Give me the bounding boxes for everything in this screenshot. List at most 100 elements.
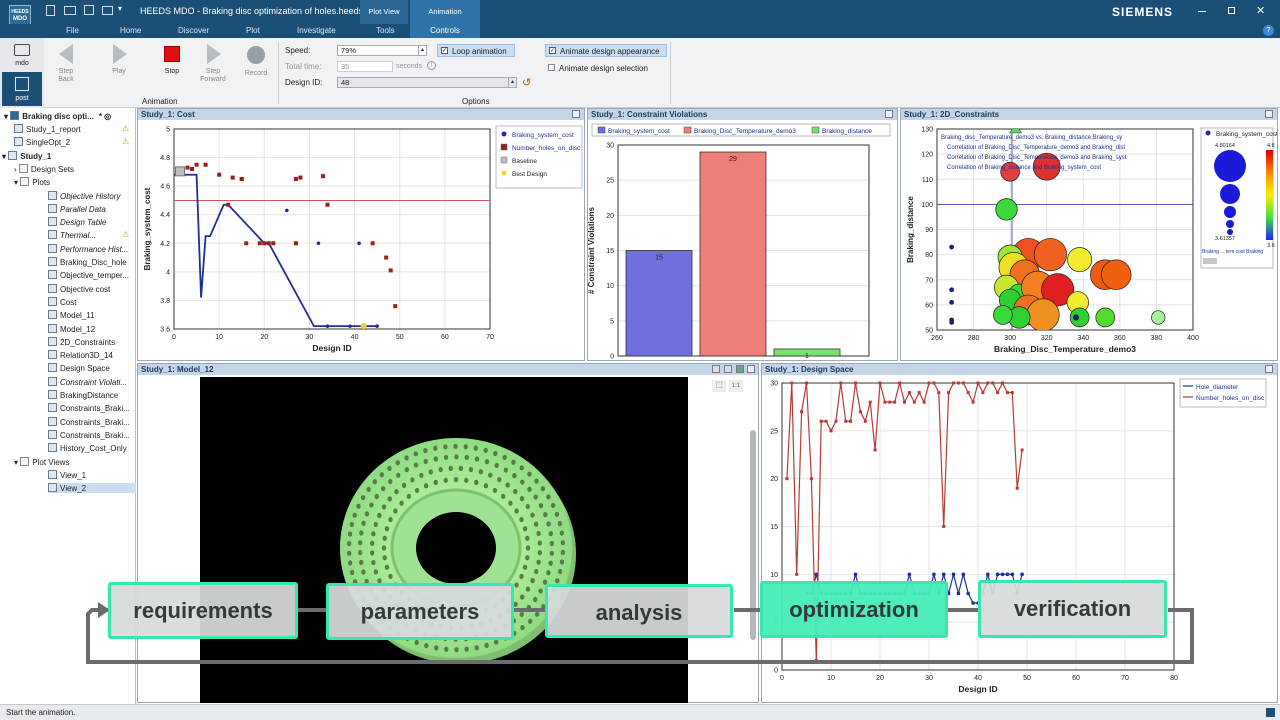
pin-icon[interactable]: * ◎ [99, 112, 111, 121]
colorbar-min: 3.6 [1267, 243, 1275, 249]
save-icon[interactable] [84, 5, 94, 15]
disc-hole [388, 478, 393, 485]
tree-item[interactable]: Objective_temper... [48, 270, 129, 280]
panel-menu-icon[interactable] [572, 110, 580, 118]
fit-view-button[interactable]: ⬚ [712, 380, 726, 392]
disc-hole [382, 555, 387, 561]
speed-slider[interactable]: 79% ▲ [337, 45, 427, 56]
tree-root[interactable]: ▾ Braking disc opti... * ◎ [4, 111, 111, 121]
disc-hole [546, 570, 551, 576]
x-tick-label: 260 [931, 335, 943, 342]
play-button[interactable]: Play [106, 44, 132, 76]
disc-hole [369, 540, 375, 546]
disc-hole [349, 521, 355, 528]
disc-hole [423, 447, 428, 454]
tree-item[interactable]: Model_11 [48, 310, 95, 320]
item-icon [48, 390, 57, 399]
tree-item[interactable]: Performance Hist... [48, 243, 128, 254]
bubble [1095, 307, 1116, 328]
tree-item[interactable]: Constraints_Braki... [48, 416, 130, 427]
animate-selection-checkbox[interactable]: Animate design selection [545, 62, 667, 75]
print-icon[interactable] [102, 6, 113, 15]
post-button[interactable]: post [2, 72, 42, 106]
panel-menu-icon[interactable] [747, 365, 755, 373]
y-tick-label: 10 [770, 572, 778, 579]
tree-item[interactable]: ▾ Plot Views [14, 456, 69, 467]
restore-icon[interactable] [1228, 7, 1235, 14]
panel-menu-icon[interactable] [1265, 365, 1273, 373]
tree-item[interactable]: Objective cost [48, 283, 110, 294]
disc-hole [359, 559, 364, 565]
tree-item[interactable]: Braking_Disc_hole [48, 257, 127, 267]
series-point [961, 381, 965, 385]
tree-item[interactable]: Design Table [48, 217, 106, 227]
disc-hole [534, 568, 539, 575]
tree-item[interactable]: Constraints_Braki... [48, 403, 130, 413]
close-icon[interactable]: ✕ [1256, 4, 1265, 17]
tree-item[interactable]: View_2 [48, 483, 136, 494]
tab-controls[interactable]: Controls [410, 24, 480, 38]
tab-discover[interactable]: Discover [178, 26, 209, 35]
tree-item[interactable]: Model_12 [48, 323, 95, 334]
actual-size-button[interactable]: 1:1 [729, 380, 743, 392]
design-id-spinner-icon[interactable]: ▲ [508, 78, 516, 87]
tab-tools[interactable]: Tools [376, 26, 395, 35]
disc-hole [359, 530, 364, 536]
holes-point [271, 241, 276, 246]
item-icon [48, 403, 57, 413]
holes-point [393, 304, 398, 309]
tree-item[interactable]: › Design Sets [14, 163, 74, 174]
design-id-field[interactable]: 48 ▲ [337, 77, 517, 88]
tree-item[interactable]: Constraint Violati... [48, 376, 127, 387]
step-forward-button[interactable]: Step Forward [198, 44, 228, 84]
mdo-button[interactable]: mdo [0, 38, 44, 72]
tree-item[interactable]: Parallel Data [48, 203, 106, 214]
panel-maximize-icon[interactable] [724, 365, 732, 373]
tab-plot[interactable]: Plot [246, 26, 260, 35]
spinner-icon[interactable]: ▲ [418, 46, 426, 55]
step-forward-icon [207, 44, 221, 64]
tree-item[interactable]: Thermal... [48, 230, 96, 240]
stop-button[interactable]: Stop [160, 46, 184, 76]
disc-hole [357, 549, 363, 556]
tree-item[interactable]: SingleOpt_2 [14, 137, 70, 147]
tab-home[interactable]: Home [120, 26, 141, 35]
tab-investigate[interactable]: Investigate [297, 26, 336, 35]
y-tick-label: 5 [610, 318, 614, 325]
panel-menu-icon[interactable] [885, 110, 893, 118]
tree-item[interactable]: ▾ Study_1 [2, 150, 51, 161]
tree-item[interactable]: Cost [48, 296, 76, 307]
process-step-analysis: analysis [545, 584, 733, 638]
tree-item[interactable]: ▾ Plots [14, 177, 50, 187]
panel-menu-icon[interactable] [1265, 110, 1273, 118]
new-file-icon[interactable] [46, 5, 55, 16]
panel-minimize-icon[interactable] [712, 365, 720, 373]
animate-appearance-checkbox[interactable]: ✓ Animate design appearance [545, 44, 667, 57]
record-button[interactable]: Record [242, 46, 270, 78]
help-icon[interactable]: ? [1263, 25, 1274, 36]
tree-item[interactable]: Objective History [48, 190, 120, 201]
cost-panel-title: Study_1: Cost [138, 109, 584, 120]
total-time-field[interactable]: 35 [337, 61, 393, 72]
open-folder-icon[interactable] [64, 6, 76, 15]
series-point [937, 391, 941, 395]
tab-file[interactable]: File [66, 26, 79, 35]
minimize-icon[interactable] [1198, 11, 1206, 12]
tree-item[interactable]: History_Cost_Only [48, 443, 127, 453]
reset-icon[interactable]: ↺ [522, 76, 531, 89]
y-tick-label: 4 [166, 269, 170, 276]
disc-hole [371, 531, 376, 537]
tree-item[interactable]: Design Space [48, 363, 110, 373]
step-back-button[interactable]: Step Back [52, 44, 80, 84]
tree-item[interactable]: View_1 [48, 469, 86, 480]
tree-item[interactable]: Study_1_report [14, 124, 81, 134]
disc-hole [511, 459, 516, 465]
customize-chevron-icon[interactable]: ▾ [118, 4, 122, 13]
disc-hole [454, 454, 459, 460]
loop-animation-checkbox[interactable]: ✓ Loop animation [437, 44, 515, 57]
tree-item[interactable]: BrakingDistance [48, 390, 118, 400]
panel-restore-icon[interactable] [736, 365, 744, 373]
tree-item[interactable]: Relation3D_14 [48, 350, 113, 360]
tree-item[interactable]: Constraints_Braki... [48, 429, 130, 440]
tree-item[interactable]: 2D_Constraints [48, 336, 115, 347]
